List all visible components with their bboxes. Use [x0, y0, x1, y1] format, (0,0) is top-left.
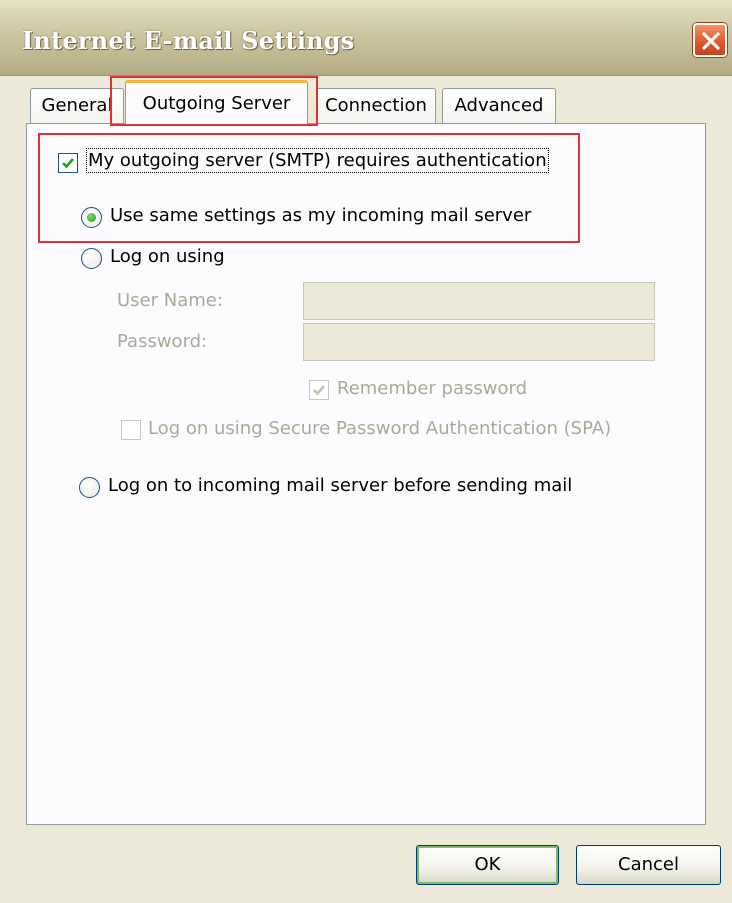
tab-general[interactable]: General	[30, 88, 124, 124]
tab-advanced[interactable]: Advanced	[442, 88, 556, 124]
log-on-incoming-label[interactable]: Log on to incoming mail server before se…	[108, 475, 572, 496]
tab-connection[interactable]: Connection	[316, 88, 436, 124]
window-title: Internet E-mail Settings	[22, 26, 355, 55]
password-input[interactable]	[303, 323, 655, 361]
checkmark-icon	[313, 385, 325, 396]
title-bar[interactable]: Internet E-mail Settings	[0, 0, 732, 76]
log-on-using-radio[interactable]	[81, 248, 102, 269]
cancel-button[interactable]: Cancel	[576, 845, 721, 885]
radio-selected-dot	[87, 213, 96, 222]
log-on-using-label[interactable]: Log on using	[110, 246, 225, 267]
remember-password-checkbox[interactable]	[309, 380, 329, 400]
spa-label[interactable]: Log on using Secure Password Authenticat…	[148, 418, 611, 439]
user-name-input[interactable]	[303, 282, 655, 320]
close-button[interactable]	[693, 23, 727, 57]
password-label: Password:	[117, 331, 208, 352]
user-name-label: User Name:	[117, 290, 223, 311]
dialog-window: Internet E-mail Settings General Outgoin…	[0, 0, 732, 903]
same-settings-radio[interactable]	[81, 207, 102, 228]
spa-checkbox[interactable]	[121, 420, 141, 440]
tab-panel-outgoing-server	[26, 123, 706, 825]
tab-outgoing-server[interactable]: Outgoing Server	[125, 80, 308, 126]
same-settings-label[interactable]: Use same settings as my incoming mail se…	[110, 205, 531, 226]
requires-auth-label[interactable]: My outgoing server (SMTP) requires authe…	[86, 148, 549, 173]
ok-button[interactable]: OK	[416, 845, 559, 885]
log-on-incoming-radio[interactable]	[79, 477, 100, 498]
requires-auth-checkbox[interactable]	[58, 153, 78, 173]
remember-password-label[interactable]: Remember password	[337, 378, 527, 399]
checkmark-icon	[62, 158, 74, 169]
close-icon	[702, 32, 720, 50]
